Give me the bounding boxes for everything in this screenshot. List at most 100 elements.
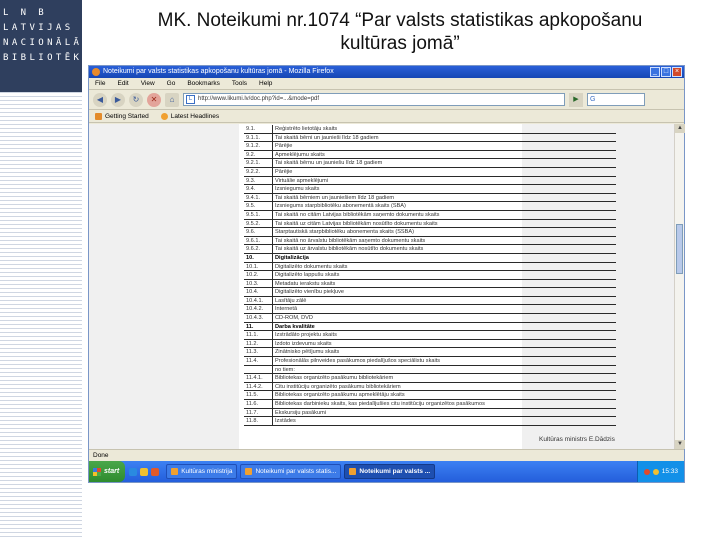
menu-file[interactable]: File <box>95 78 105 89</box>
table-row: 9.3. Virtuālie apmeklējumi <box>244 176 616 186</box>
menu-edit[interactable]: Edit <box>117 78 128 89</box>
media-icon[interactable] <box>151 467 160 476</box>
menu-view[interactable]: View <box>141 78 155 89</box>
bookmark-getting-started[interactable]: Getting Started <box>95 112 149 120</box>
menu-tools[interactable]: Tools <box>232 78 247 89</box>
search-input[interactable]: G <box>587 93 645 106</box>
table-row: 9.4. Izsniegumu skaits <box>244 185 616 194</box>
status-bar: Done <box>89 449 684 461</box>
row-label: Reģistrēto lietotāju skaits <box>275 126 338 132</box>
row-label: Digitalizācija <box>275 254 309 261</box>
row-label: Ekskursiju pasākumi <box>275 409 326 416</box>
taskbar-item-active[interactable]: Noteikumi par valsts ... <box>344 464 436 479</box>
row-number: 11.4. <box>244 357 273 365</box>
back-arrow-icon[interactable]: ◀ <box>93 92 107 107</box>
minimize-button[interactable]: _ <box>650 67 660 77</box>
table-row: 10.2. Digitalizēto lappušu skaits <box>244 271 616 280</box>
row-number: 11. <box>244 322 273 331</box>
bookmark-latest-headlines[interactable]: Latest Headlines <box>160 112 219 120</box>
row-label: Izstrādāto projektu skaits <box>275 332 337 339</box>
row-number: 9.1.1. <box>244 133 273 142</box>
window-icon <box>171 468 179 475</box>
table-row: 11.1. Izstrādāto projektu skaits <box>244 331 616 340</box>
window-icon <box>245 468 253 475</box>
scroll-down-icon[interactable]: ▼ <box>675 440 685 449</box>
table-row: 10.1. Digitalizēto dokumentu skaits <box>244 262 616 272</box>
row-number: 9.1. <box>244 125 273 133</box>
rss-feed-icon <box>160 112 168 120</box>
start-button[interactable]: start <box>89 461 126 482</box>
table-row: 9.1.1. Tai skaitā bērni un jaunieši līdz … <box>244 133 616 143</box>
row-label: Pārējie <box>275 143 293 150</box>
table-row: 9.6.2. Tai skaitā uz ārvalstu bibliotēkām… <box>244 245 616 254</box>
page-viewport: 9.1. Reģistrēto lietotāju skaits 9.1.1. Tai… <box>89 124 674 449</box>
logo-line: L N B <box>3 8 48 18</box>
row-number: 10.1. <box>244 262 273 271</box>
table-row: 11.7. Ekskursiju pasākumi <box>244 408 616 418</box>
stop-icon[interactable]: ✕ <box>147 92 161 107</box>
row-label: Bibliotekas organizēto pasākumu apmeklēt… <box>275 392 405 399</box>
folder-icon[interactable] <box>140 467 149 476</box>
table-row: 9.1.2. Pārējie <box>244 142 616 151</box>
table-row: 10.4.2. Internetā <box>244 305 616 315</box>
document-page: 9.1. Reģistrēto lietotāju skaits 9.1.1. Tai… <box>239 124 616 449</box>
row-number: 10.4.1. <box>244 296 273 305</box>
vertical-scrollbar[interactable]: ▲ ▼ <box>674 124 685 449</box>
row-label: Izstādes <box>275 418 296 425</box>
table-row: 11.8. Izstādes <box>244 417 616 426</box>
row-number: 11.6. <box>244 400 273 408</box>
table-row: 9.5.2. Tai skaitā uz citām Latvijas bibli… <box>244 219 616 229</box>
address-bar[interactable]: L http://www.likumi.lv/doc.php?id=...&mo… <box>183 93 565 106</box>
forward-arrow-icon[interactable]: ▶ <box>111 92 125 107</box>
menu-go[interactable]: Go <box>167 78 176 89</box>
row-number: 10.2. <box>244 271 273 279</box>
window-titlebar[interactable]: Noteikumi par valsts statistikas apkopoš… <box>89 66 684 78</box>
row-number: 9.4.1. <box>244 193 273 202</box>
table-row: 11.4.2. Citu institūciju organizēto pasāk… <box>244 382 616 392</box>
row-number: 10. <box>244 253 273 262</box>
tray-icon[interactable] <box>643 468 650 475</box>
table-row: 9.2.1. Tai skaitā bērnu un jauniešu līdz … <box>244 159 616 168</box>
row-label: Tai skaitā bērni un jaunieši līdz 18 gad… <box>275 134 379 141</box>
scrollbar-thumb[interactable] <box>676 224 683 274</box>
row-number: 10.4. <box>244 288 273 296</box>
table-row: 9.6.1. Tai skaitā no ārvalstu bibliotēkām… <box>244 236 616 246</box>
taskbar-item[interactable]: Kultūras ministrija <box>166 464 238 479</box>
bookmark-label: Getting Started <box>105 112 149 120</box>
row-label: Bibliotekas organizēto pasākumu bibliote… <box>275 375 394 382</box>
row-label: Tai skaitā bērniem un jauniešiem līdz 18… <box>275 194 395 201</box>
scroll-up-icon[interactable]: ▲ <box>675 124 685 133</box>
quick-launch <box>125 467 163 476</box>
tray-icon[interactable] <box>652 468 659 475</box>
row-label: Citu institūciju organizēto pasākumu bib… <box>275 383 401 390</box>
table-row: 9.2. Apmeklējumu skaits <box>244 150 616 160</box>
library-brand-strip: L N B LATVIJAS NACIONĀLĀ BIBLIOTĒKA <box>0 0 88 540</box>
taskbar-item[interactable]: Noteikumi par valsts statis... <box>240 464 342 479</box>
table-row: 9.4.1. Tai skaitā bērniem un jauniešiem l… <box>244 193 616 203</box>
table-row: no tiem: <box>244 365 616 375</box>
ie-icon[interactable] <box>129 467 138 476</box>
clock: 15:33 <box>661 468 678 475</box>
slide-title: MK. Noteikumi nr.1074 “Par valsts statis… <box>90 9 710 55</box>
row-label: Darba kvalitāte <box>275 323 315 330</box>
logo-line: NACIONĀLĀ <box>3 38 83 48</box>
row-number: 9.2.2. <box>244 167 273 176</box>
go-button[interactable]: ▶ <box>569 92 583 107</box>
row-label: Digitalizēto lappušu skaits <box>275 272 340 279</box>
taskbar-item-label: Noteikumi par valsts ... <box>359 468 431 475</box>
table-row: 9.6. Starptautiskā starpbibliotēku abonem… <box>244 228 616 237</box>
windows-taskbar: start Kultūras ministrija Noteikumi par … <box>89 461 684 482</box>
row-number: 9.6. <box>244 228 273 236</box>
slide-title-line: MK. Noteikumi nr.1074 “Par valsts statis… <box>157 10 643 31</box>
reload-icon[interactable]: ↻ <box>129 92 143 107</box>
status-text: Done <box>93 452 109 459</box>
row-label: CD-ROM, DVD <box>275 315 313 322</box>
home-icon[interactable]: ⌂ <box>165 92 179 107</box>
row-label: Izsniegumu skaits <box>275 186 320 193</box>
row-number: 10.4.2. <box>244 305 273 314</box>
menu-help[interactable]: Help <box>259 78 272 89</box>
close-button[interactable]: × <box>672 67 682 77</box>
maximize-button[interactable]: □ <box>661 67 671 77</box>
row-label: Digitalizēto dokumentu skaits <box>275 263 348 270</box>
menu-bookmarks[interactable]: Bookmarks <box>187 78 220 89</box>
